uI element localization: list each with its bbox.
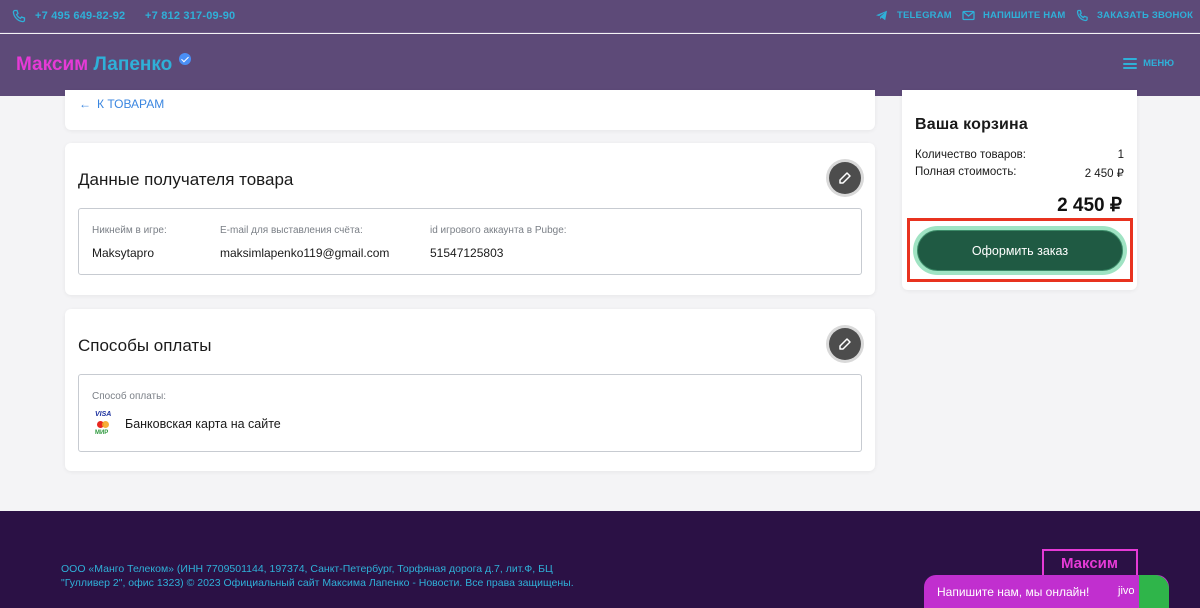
account-id-field: id игрового аккаунта в Pubge: 5154712580… [430, 225, 567, 260]
place-order-button[interactable]: Оформить заказ [917, 230, 1123, 271]
payment-info-box: Способ оплаты: VISA МИР Банковская карта… [78, 374, 862, 452]
payment-card: Способы оплаты Способ оплаты: VISA МИР Б… [65, 309, 875, 471]
email-label: E-mail для выставления счёта: [220, 225, 363, 236]
logo-first-name: Максим [16, 54, 89, 75]
footer-legal-line-1: ООО «Манго Телеком» (ИНН 7709501144, 197… [61, 563, 553, 575]
mastercard-logo-right [102, 421, 109, 428]
mail-icon [962, 10, 975, 21]
phone-icon [12, 9, 26, 23]
cart-count-row: Количество товаров: 1 [915, 149, 1124, 161]
footer-legal-line-2: "Гулливер 2", офис 1323) © 2023 Официаль… [61, 577, 574, 589]
recipient-card: Данные получателя товара Никнейм в игре:… [65, 143, 875, 295]
recipient-info-box: Никнейм в игре: Maksytapro E-mail для вы… [78, 208, 862, 275]
back-to-products-link[interactable]: ← К ТОВАРАМ [79, 97, 164, 111]
cart-title: Ваша корзина [915, 116, 1029, 133]
jivo-logo: jivo [1118, 585, 1135, 597]
edit-payment-button[interactable] [829, 328, 861, 360]
logo-last-name: Лапенко [93, 54, 173, 75]
callback-icon [1076, 9, 1088, 22]
telegram-link[interactable]: TELEGRAM [897, 10, 952, 21]
pencil-icon [839, 172, 851, 184]
order-button-highlight: Оформить заказ [907, 218, 1133, 282]
chat-widget-text: Напишите нам, мы онлайн! [937, 585, 1090, 599]
account-id-value: 51547125803 [430, 246, 504, 260]
phone-link-spb[interactable]: +7 812 317-09-90 [145, 10, 235, 22]
cart-count-value: 1 [1117, 149, 1124, 161]
order-call-link[interactable]: ЗАКАЗАТЬ ЗВОНОК [1097, 10, 1193, 21]
cart-total-label: Полная стоимость: [915, 166, 1017, 178]
mir-logo: МИР [95, 430, 109, 436]
email-field: E-mail для выставления счёта: maksimlape… [220, 225, 389, 260]
cart-card: Ваша корзина Количество товаров: 1 Полна… [902, 90, 1137, 290]
telegram-icon [876, 10, 887, 21]
cart-total-value: 2 450 ₽ [1084, 168, 1124, 180]
menu-label: МЕНЮ [1143, 58, 1174, 69]
arrow-left-icon: ← [79, 97, 91, 111]
back-link-label: К ТОВАРАМ [97, 97, 165, 111]
payment-method-label: Способ оплаты: [92, 391, 167, 402]
nickname-label: Никнейм в игре: [92, 225, 167, 236]
recipient-title: Данные получателя товара [78, 170, 294, 189]
visa-logo: VISA [95, 411, 112, 418]
nickname-field: Никнейм в игре: Maksytapro [92, 225, 167, 260]
cart-grand-total: 2 450 ₽ [1057, 195, 1122, 216]
chat-bubble-icon [1139, 575, 1169, 608]
card-brands-icon: VISA МИР [94, 411, 114, 437]
verified-badge-icon [179, 53, 191, 65]
main-navbar: Максим Лапенко МЕНЮ [0, 34, 1200, 96]
account-id-label: id игрового аккаунта в Pubge: [430, 225, 567, 236]
pencil-icon [839, 338, 851, 350]
nickname-value: Maksytapro [92, 246, 155, 260]
back-card: ← К ТОВАРАМ [65, 90, 875, 130]
payment-title: Способы оплаты [78, 336, 212, 355]
top-contact-bar: +7 495 649-82-92 +7 812 317-09-90 TELEGR… [0, 0, 1200, 33]
payment-method-text: Банковская карта на сайте [125, 417, 281, 431]
email-value: maksimlapenko119@gmail.com [220, 246, 390, 260]
cart-total-row: Полная стоимость: 2 450 ₽ [915, 166, 1124, 180]
write-us-link[interactable]: НАПИШИТЕ НАМ [983, 10, 1065, 21]
footer-legal-text: ООО «Манго Телеком» (ИНН 7709501144, 197… [61, 562, 621, 590]
edit-recipient-button[interactable] [829, 162, 861, 194]
cart-count-label: Количество товаров: [915, 149, 1026, 161]
chat-widget[interactable]: Напишите нам, мы онлайн! jivo [924, 575, 1169, 608]
menu-button[interactable]: МЕНЮ [1123, 58, 1174, 69]
phone-link-moscow[interactable]: +7 495 649-82-92 [35, 10, 125, 22]
site-logo[interactable]: Максим Лапенко [16, 54, 172, 76]
hamburger-icon [1123, 58, 1138, 69]
payment-method: VISA МИР Банковская карта на сайте [94, 411, 281, 437]
